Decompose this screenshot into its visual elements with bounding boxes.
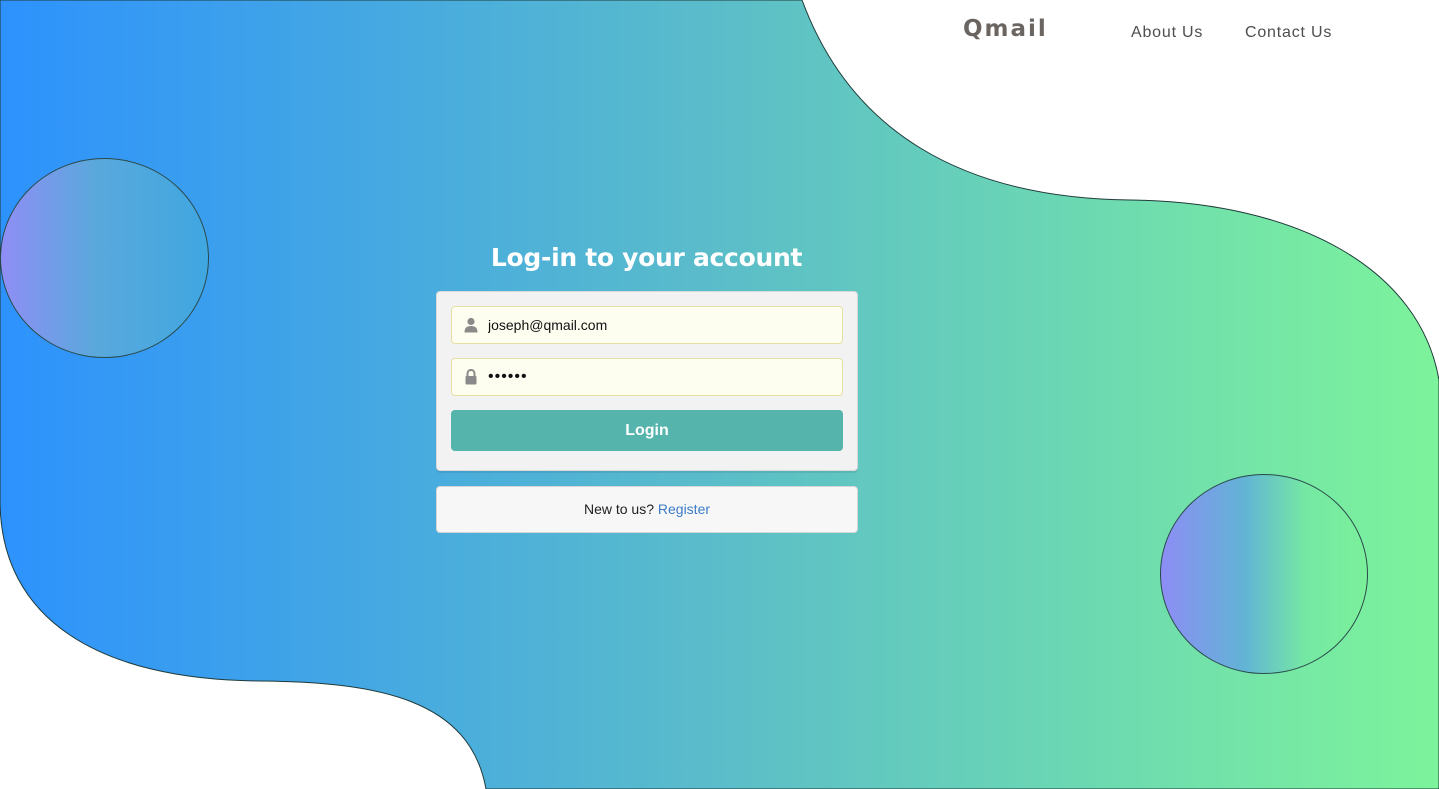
decorative-circle-left [0,158,209,358]
lock-icon [465,369,477,385]
decorative-circle-right [1160,474,1368,674]
register-prompt-box: New to us? Register [436,486,858,533]
nav-link-contact-us[interactable]: Contact Us [1245,24,1332,42]
register-prompt-text: New to us? [583,501,654,517]
email-input[interactable] [488,307,828,343]
top-nav: Qmail About Us Contact Us [0,0,1439,70]
login-form: Login [436,291,858,471]
login-button[interactable]: Login [451,410,843,451]
password-input[interactable] [488,359,828,395]
login-title: Log-in to your account [490,243,803,272]
register-link[interactable]: Register [658,501,710,517]
user-icon [464,317,478,333]
brand-logo[interactable]: Qmail [963,16,1048,42]
password-field[interactable] [451,358,843,396]
nav-link-about-us[interactable]: About Us [1131,24,1203,42]
email-field[interactable] [451,306,843,344]
